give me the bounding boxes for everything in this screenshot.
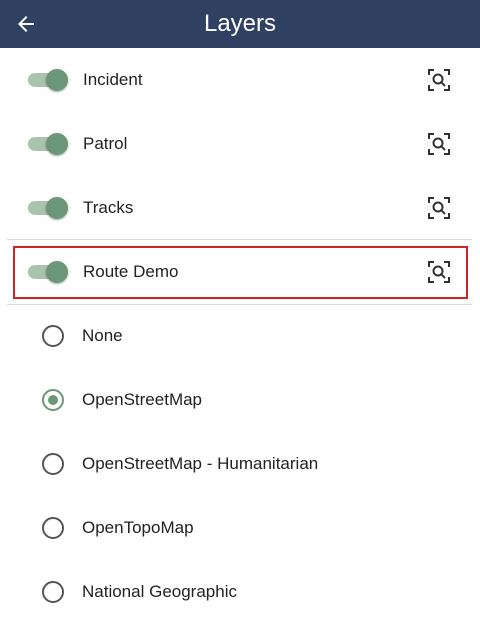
layer-label-incident: Incident <box>83 70 143 89</box>
toggle-thumb <box>46 197 68 219</box>
toggle-thumb <box>46 261 68 283</box>
radio-button-selected[interactable] <box>42 389 64 411</box>
back-button[interactable] <box>8 6 44 42</box>
zoom-to-layer-icon <box>428 261 450 283</box>
basemap-label-openstreetmap-humanitarian: OpenStreetMap - Humanitarian <box>82 454 319 473</box>
zoom-to-layer-button-tracks[interactable] <box>425 194 453 222</box>
basemap-label-national-geographic: National Geographic <box>82 582 237 601</box>
radio-dot <box>48 395 58 405</box>
basemap-option-none[interactable]: None <box>0 304 480 368</box>
zoom-to-layer-icon <box>428 133 450 155</box>
zoom-to-layer-button-incident[interactable] <box>425 66 453 94</box>
zoom-to-layer-button-patrol[interactable] <box>425 130 453 158</box>
basemap-option-opentopomap[interactable]: OpenTopoMap <box>0 496 480 560</box>
page-title: Layers <box>203 10 277 37</box>
basemap-label-none: None <box>82 326 123 345</box>
basemap-option-national-geographic[interactable]: National Geographic <box>0 560 480 624</box>
layer-toggle-tracks[interactable] <box>28 193 68 223</box>
toggle-thumb <box>46 133 68 155</box>
radio-button[interactable] <box>42 325 64 347</box>
layer-toggle-route-demo[interactable] <box>28 257 68 287</box>
toggle-thumb <box>46 69 68 91</box>
layer-toggle-patrol[interactable] <box>28 129 68 159</box>
basemap-option-openstreetmap-humanitarian[interactable]: OpenStreetMap - Humanitarian <box>0 432 480 496</box>
layer-row-route-demo: Route Demo <box>0 240 480 304</box>
arrow-left-icon <box>18 16 34 32</box>
basemap-option-openstreetmap[interactable]: OpenStreetMap <box>0 368 480 432</box>
layer-label-route-demo: Route Demo <box>83 262 179 281</box>
zoom-to-layer-button-route-demo[interactable] <box>425 258 453 286</box>
basemap-label-openstreetmap: OpenStreetMap <box>82 390 203 409</box>
zoom-to-layer-icon <box>428 69 450 91</box>
radio-button[interactable] <box>42 453 64 475</box>
layer-label-tracks: Tracks <box>83 198 134 217</box>
layer-label-patrol: Patrol <box>83 134 128 153</box>
basemap-label-opentopomap: OpenTopoMap <box>82 518 194 537</box>
layer-row-tracks: Tracks <box>0 176 480 240</box>
app-bar: Layers <box>0 0 480 48</box>
layer-row-incident: Incident <box>0 48 480 112</box>
layer-toggle-incident[interactable] <box>28 65 68 95</box>
radio-button[interactable] <box>42 517 64 539</box>
zoom-to-layer-icon <box>428 197 450 219</box>
layer-row-patrol: Patrol <box>0 112 480 176</box>
radio-button[interactable] <box>42 581 64 603</box>
